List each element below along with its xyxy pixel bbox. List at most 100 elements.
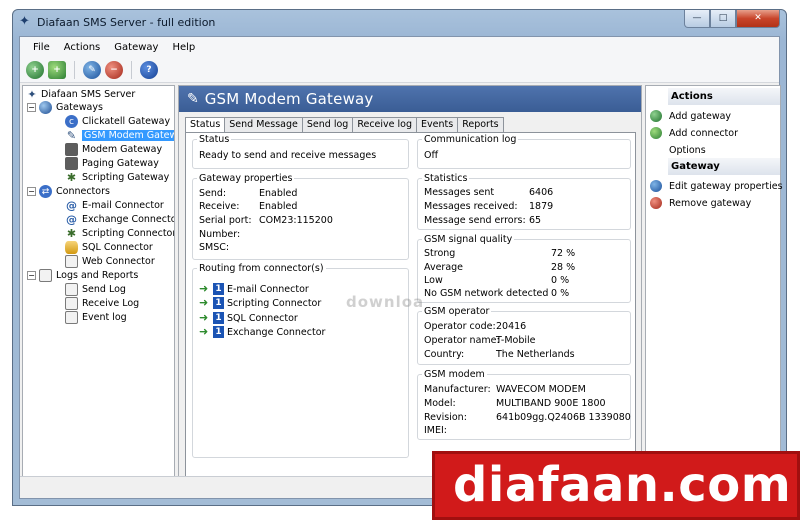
tree-item-label: E-mail Connector <box>82 200 164 211</box>
property-key: Send: <box>199 188 227 199</box>
globe-icon <box>39 101 52 114</box>
gateway-header: Gateway <box>668 158 780 175</box>
toolbar-separator <box>131 60 132 79</box>
tree-root-label: Diafaan SMS Server <box>41 89 136 100</box>
tree-item-send-log[interactable]: Send Log <box>65 283 126 296</box>
tab-strip: Status Send Message Send log Receive log… <box>185 117 504 133</box>
gsm-modem-icon: ✎ <box>66 129 77 142</box>
actions-header: Actions <box>668 88 780 105</box>
tree-item-email-connector[interactable]: @ E-mail Connector <box>65 199 164 212</box>
receive-log-icon <box>65 297 78 310</box>
group-label: GSM operator <box>422 306 492 317</box>
tree-connectors-label: Connectors <box>56 186 110 197</box>
communication-log-group: Communication log Off <box>417 134 631 169</box>
action-remove-gateway[interactable]: Remove gateway <box>650 196 751 210</box>
action-add-connector[interactable]: Add connector <box>650 126 738 140</box>
menu-file[interactable]: File <box>26 42 57 53</box>
priority-icon: 1 <box>213 283 224 295</box>
modem-key: Manufacturer: <box>424 384 491 395</box>
group-label: Routing from connector(s) <box>197 263 326 274</box>
tree-item-scripting-gateway[interactable]: ✱ Scripting Gateway <box>65 171 169 184</box>
add-connector-icon <box>650 127 662 139</box>
watermark-text: downloa <box>346 293 425 311</box>
tab-receive-log[interactable]: Receive log <box>352 117 418 132</box>
statistic-value: 6406 <box>529 187 554 198</box>
tree-item-clickatell-gateway[interactable]: c Clickatell Gateway <box>65 115 170 128</box>
tab-reports[interactable]: Reports <box>457 117 504 132</box>
minimize-button[interactable]: — <box>684 10 710 28</box>
options-icon <box>650 144 662 156</box>
tree-item-label: SQL Connector <box>82 242 153 253</box>
brand-text: diafaan.com <box>453 457 792 513</box>
script-icon: ✱ <box>66 171 77 184</box>
action-add-gateway[interactable]: Add gateway <box>650 109 731 123</box>
property-value: Enabled <box>259 201 298 212</box>
gsm-modem-icon: ✎ <box>187 91 199 107</box>
operator-value: The Netherlands <box>496 349 575 360</box>
email-icon: @ <box>66 199 77 212</box>
statistics-group: Statistics Messages sent 6406 Messages re… <box>417 173 631 230</box>
group-label: Communication log <box>422 134 519 145</box>
menu-gateway[interactable]: Gateway <box>107 42 165 53</box>
property-row: Number: <box>199 229 240 240</box>
collapse-icon[interactable]: − <box>27 103 36 112</box>
edit-gateway-icon[interactable]: ✎ <box>83 60 101 79</box>
tab-send-message[interactable]: Send Message <box>224 117 303 132</box>
tree-item-web-connector[interactable]: Web Connector <box>65 255 155 268</box>
operator-group: GSM operator Operator code: 20416 Operato… <box>417 306 631 365</box>
action-edit-gateway-properties[interactable]: Edit gateway properties <box>650 179 783 193</box>
gateway-panel: ✎ GSM Modem Gateway Status Send Message … <box>178 85 642 493</box>
tab-send-log[interactable]: Send log <box>301 117 354 132</box>
property-row: Send: Enabled <box>199 188 297 199</box>
property-key: Receive: <box>199 201 240 212</box>
action-label: Add gateway <box>669 110 732 122</box>
web-icon <box>65 255 78 268</box>
operator-value: 20416 <box>496 321 527 332</box>
maximize-button[interactable]: □ <box>710 10 736 28</box>
tree-root[interactable]: ✦ Diafaan SMS Server <box>27 88 135 101</box>
operator-row: Operator name: T-Mobile <box>424 335 536 346</box>
action-label: Add connector <box>669 127 739 139</box>
tab-events[interactable]: Events <box>416 117 459 132</box>
tree-item-receive-log[interactable]: Receive Log <box>65 297 139 310</box>
modem-value: MULTIBAND 900E 1800 <box>496 398 606 409</box>
tree-item-label: Exchange Connector <box>82 214 175 225</box>
remove-gateway-icon[interactable]: − <box>105 60 123 79</box>
script-icon: ✱ <box>66 227 77 240</box>
title-bar[interactable]: ✦ Diafaan SMS Server - full edition — □ … <box>13 10 786 36</box>
route-name: SQL Connector <box>227 312 298 324</box>
tree-gateways[interactable]: − Gateways <box>27 101 103 114</box>
tree-connectors[interactable]: − ⇄ Connectors <box>27 185 110 198</box>
collapse-icon[interactable]: − <box>27 187 36 196</box>
modem-value: 641b09gg.Q2406B 1339080 <box>496 412 631 423</box>
action-options[interactable]: Options <box>650 143 706 157</box>
add-connector-icon[interactable]: + <box>48 60 66 79</box>
menu-actions[interactable]: Actions <box>57 42 108 53</box>
tree-item-paging-gateway[interactable]: Paging Gateway <box>65 157 159 170</box>
tree-item-sql-connector[interactable]: SQL Connector <box>65 241 153 254</box>
tree-item-exchange-connector[interactable]: @ Exchange Connector <box>65 213 175 226</box>
add-gateway-icon[interactable]: + <box>26 60 44 79</box>
operator-key: Operator code: <box>424 321 496 332</box>
tree-item-modem-gateway[interactable]: Modem Gateway <box>65 143 162 156</box>
modem-row: Manufacturer: WAVECOM MODEM <box>424 384 586 395</box>
priority-icon: 1 <box>213 297 224 309</box>
help-icon[interactable]: ? <box>140 60 158 79</box>
close-button[interactable]: ✕ <box>736 10 780 28</box>
property-row: Receive: Enabled <box>199 201 297 212</box>
menu-help[interactable]: Help <box>165 42 202 53</box>
tree-gateways-label: Gateways <box>56 102 103 113</box>
tab-status[interactable]: Status <box>185 117 226 133</box>
tree-item-label: Web Connector <box>82 256 155 267</box>
tree-logs[interactable]: − Logs and Reports <box>27 269 138 282</box>
tree-item-event-log[interactable]: Event log <box>65 311 127 324</box>
signal-value: 0 % <box>551 288 570 299</box>
action-label: Edit gateway properties <box>669 180 783 192</box>
route-item: ➜ 1 SQL Connector <box>199 312 298 324</box>
collapse-icon[interactable]: − <box>27 271 36 280</box>
tree-item-gsm-modem-gateway[interactable]: ✎ GSM Modem Gateway <box>65 129 174 142</box>
group-label: GSM modem <box>422 369 487 380</box>
exchange-icon: @ <box>66 213 77 226</box>
panel-header: ✎ GSM Modem Gateway <box>179 86 641 112</box>
tree-item-scripting-connector[interactable]: ✱ Scripting Connector <box>65 227 174 240</box>
